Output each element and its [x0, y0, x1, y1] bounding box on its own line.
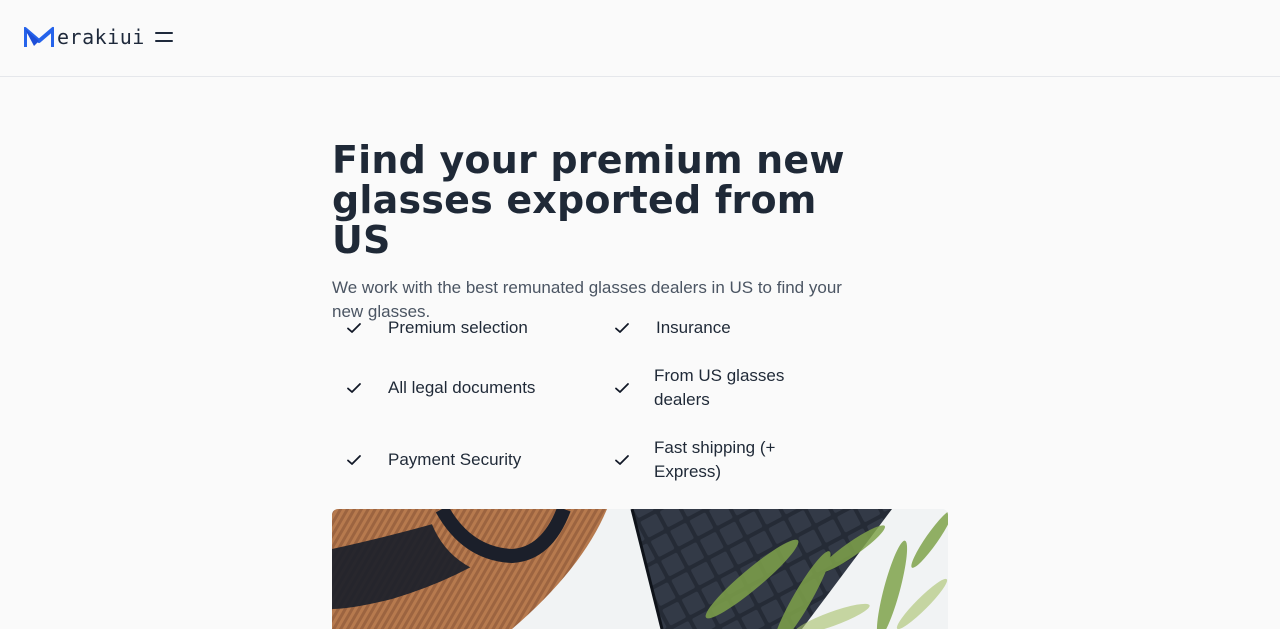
brand-logo[interactable]: erakiui	[24, 26, 145, 48]
feature-item-fast-shipping: Fast shipping (+ Express)	[600, 436, 804, 484]
feature-label: Premium selection	[388, 318, 528, 337]
feature-item-us-dealers: From US glasses dealers	[600, 364, 804, 412]
check-icon	[347, 323, 361, 333]
site-header: erakiui	[0, 0, 1280, 77]
menu-line-bottom	[155, 40, 173, 42]
feature-label: Payment Security	[388, 450, 522, 469]
feature-list: Premium selection Insurance All legal do…	[332, 304, 852, 494]
hero-section: Find your premium new glasses exported f…	[332, 140, 892, 324]
feature-item-insurance: Insurance	[600, 316, 816, 340]
feature-label: Insurance	[656, 318, 731, 337]
feature-item-payment-security: Payment Security	[332, 448, 548, 472]
feature-item-premium-selection: Premium selection	[332, 316, 548, 340]
check-icon	[347, 383, 361, 393]
feature-label: Fast shipping (+ Express)	[654, 438, 776, 481]
menu-line-top	[155, 32, 173, 34]
hamburger-menu-icon[interactable]	[154, 30, 174, 46]
feature-label: From US glasses dealers	[654, 366, 785, 409]
brand-name: erakiui	[57, 25, 145, 49]
check-icon	[615, 455, 629, 465]
check-icon	[615, 323, 629, 333]
check-icon	[615, 383, 629, 393]
feature-item-legal-documents: All legal documents	[332, 376, 548, 400]
check-icon	[347, 455, 361, 465]
feature-label: All legal documents	[388, 378, 536, 397]
merakiui-logo-icon	[24, 27, 54, 47]
hero-title: Find your premium new glasses exported f…	[332, 138, 845, 262]
hero-image-illustration	[332, 509, 948, 629]
hero-image	[332, 509, 948, 629]
